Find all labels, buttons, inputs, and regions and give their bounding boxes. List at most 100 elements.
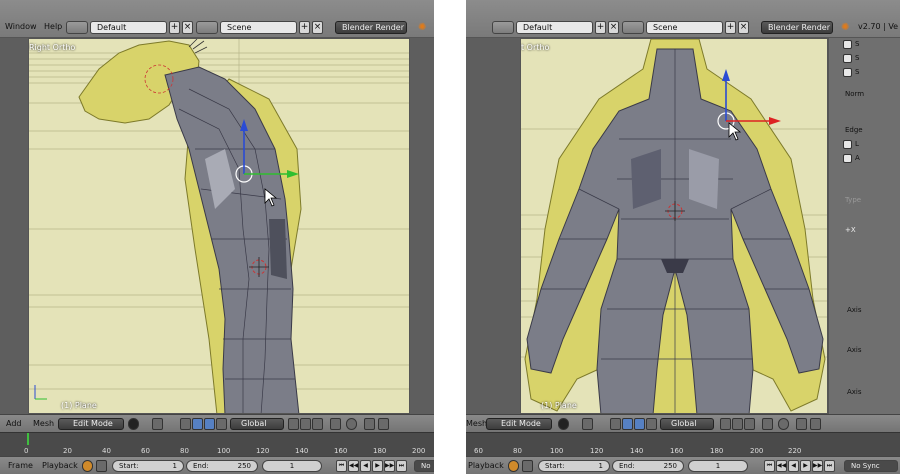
record-icon[interactable] (508, 460, 519, 472)
sync-select[interactable]: No Sync (844, 460, 898, 472)
jump-end-icon[interactable]: ⏭ (396, 460, 407, 472)
rotate-icon[interactable] (634, 418, 645, 430)
scene-field[interactable]: Scene (220, 21, 297, 34)
start-frame-field[interactable]: Start: 1 (538, 460, 610, 472)
scale-icon[interactable] (646, 418, 657, 430)
play-icon[interactable]: ▶ (800, 460, 811, 472)
jump-start-icon[interactable]: ⏮ (336, 460, 347, 472)
lock-icon[interactable] (522, 460, 533, 472)
face-select-icon[interactable] (744, 418, 755, 430)
checkbox[interactable] (843, 68, 852, 77)
playhead[interactable] (27, 433, 29, 445)
checkbox[interactable] (843, 140, 852, 149)
jump-start-icon[interactable]: ⏮ (764, 460, 775, 472)
checkbox[interactable] (843, 40, 852, 49)
end-frame-field[interactable]: End: 250 (186, 460, 258, 472)
menu-help[interactable]: Help (44, 22, 62, 31)
orientation-select[interactable]: Global (660, 418, 714, 430)
end-frame-value: 250 (663, 462, 677, 470)
checkbox[interactable] (843, 154, 852, 163)
remove-scene-button[interactable]: × (312, 21, 323, 34)
snap-target-icon[interactable] (810, 418, 821, 430)
start-frame-field[interactable]: Start: 1 (112, 460, 184, 472)
timeline[interactable]: 0 20 40 60 80 100 120 140 160 180 200 (0, 432, 434, 456)
face-select-icon[interactable] (312, 418, 323, 430)
snap-icon[interactable] (796, 418, 807, 430)
menu-mesh[interactable]: Mesh (33, 419, 54, 428)
mode-select[interactable]: Edit Mode (58, 418, 124, 430)
current-frame-field[interactable]: 1 (262, 460, 322, 472)
pivot-icon[interactable] (582, 418, 593, 430)
tool-shelf-collapsed[interactable] (0, 38, 28, 414)
edge-select-icon[interactable] (732, 418, 743, 430)
shading-icon[interactable] (128, 418, 139, 430)
timeline-tick: 80 (513, 447, 522, 455)
next-keyframe-icon[interactable]: ▶▶ (384, 460, 395, 472)
menu-add[interactable]: Add (6, 419, 22, 428)
jump-end-icon[interactable]: ⏭ (824, 460, 835, 472)
orientation-select[interactable]: Global (230, 418, 284, 430)
render-engine-select[interactable]: Blender Render (335, 21, 407, 34)
occlude-icon[interactable] (330, 418, 341, 430)
record-icon[interactable] (82, 460, 93, 472)
play-reverse-icon[interactable]: ◀ (360, 460, 371, 472)
add-x-button[interactable]: +X (845, 226, 856, 234)
screen-layout-field[interactable]: Default (90, 21, 167, 34)
vertex-select-icon[interactable] (288, 418, 299, 430)
shading-icon[interactable] (558, 418, 569, 430)
current-frame-field[interactable]: 1 (688, 460, 748, 472)
scale-icon[interactable] (216, 418, 227, 430)
timeline-tick: 40 (102, 447, 111, 455)
menu-playback[interactable]: Playback (468, 461, 504, 470)
snap-target-icon[interactable] (378, 418, 389, 430)
menu-mesh[interactable]: Mesh (466, 419, 487, 428)
3d-viewport[interactable]: t Ortho (1) Plane (520, 38, 828, 414)
translate-icon[interactable] (622, 418, 633, 430)
menu-window[interactable]: Window (5, 22, 37, 31)
add-scene-button[interactable]: + (725, 21, 736, 34)
snap-icon[interactable] (364, 418, 375, 430)
timeline[interactable]: 60 80 100 120 140 160 180 200 220 (466, 432, 900, 456)
end-frame-field[interactable]: End: 250 (612, 460, 684, 472)
lock-icon[interactable] (96, 460, 107, 472)
prev-keyframe-icon[interactable]: ◀◀ (348, 460, 359, 472)
scene-icon[interactable] (622, 21, 644, 34)
render-engine-select[interactable]: Blender Render (761, 21, 833, 34)
panel-label: S (855, 68, 860, 76)
pivot-icon[interactable] (152, 418, 163, 430)
checkbox[interactable] (843, 54, 852, 63)
mode-select[interactable]: Edit Mode (486, 418, 552, 430)
3d-viewport[interactable]: Right Ortho (1) Plane (28, 38, 410, 414)
add-layout-button[interactable]: + (169, 21, 180, 34)
add-layout-button[interactable]: + (595, 21, 606, 34)
next-keyframe-icon[interactable]: ▶▶ (812, 460, 823, 472)
add-scene-button[interactable]: + (299, 21, 310, 34)
sync-select[interactable]: No (414, 460, 434, 472)
properties-region-collapsed[interactable] (410, 38, 434, 414)
screen-layout-icon[interactable] (492, 21, 514, 34)
manipulator-toggle-icon[interactable] (610, 418, 621, 430)
vertex-select-icon[interactable] (720, 418, 731, 430)
remove-layout-button[interactable]: × (608, 21, 619, 34)
translate-icon[interactable] (192, 418, 203, 430)
play-icon[interactable]: ▶ (372, 460, 383, 472)
scene-field[interactable]: Scene (646, 21, 723, 34)
rotate-icon[interactable] (204, 418, 215, 430)
timeline-header: Playback Start: 1 End: 250 1 ⏮ ◀◀ ◀ ▶ ▶▶… (466, 456, 900, 474)
manipulator-toggle-icon[interactable] (180, 418, 191, 430)
prev-keyframe-icon[interactable]: ◀◀ (776, 460, 787, 472)
screen-layout-icon[interactable] (66, 21, 88, 34)
tool-shelf-collapsed[interactable] (466, 38, 520, 414)
version-label: v2.70 | Ve (858, 22, 899, 31)
proportional-icon[interactable] (346, 418, 357, 430)
menu-playback[interactable]: Playback (42, 461, 78, 470)
remove-scene-button[interactable]: × (738, 21, 749, 34)
screen-layout-field[interactable]: Default (516, 21, 593, 34)
play-reverse-icon[interactable]: ◀ (788, 460, 799, 472)
menu-frame[interactable]: Frame (8, 461, 33, 470)
edge-select-icon[interactable] (300, 418, 311, 430)
proportional-icon[interactable] (778, 418, 789, 430)
occlude-icon[interactable] (762, 418, 773, 430)
scene-icon[interactable] (196, 21, 218, 34)
remove-layout-button[interactable]: × (182, 21, 193, 34)
